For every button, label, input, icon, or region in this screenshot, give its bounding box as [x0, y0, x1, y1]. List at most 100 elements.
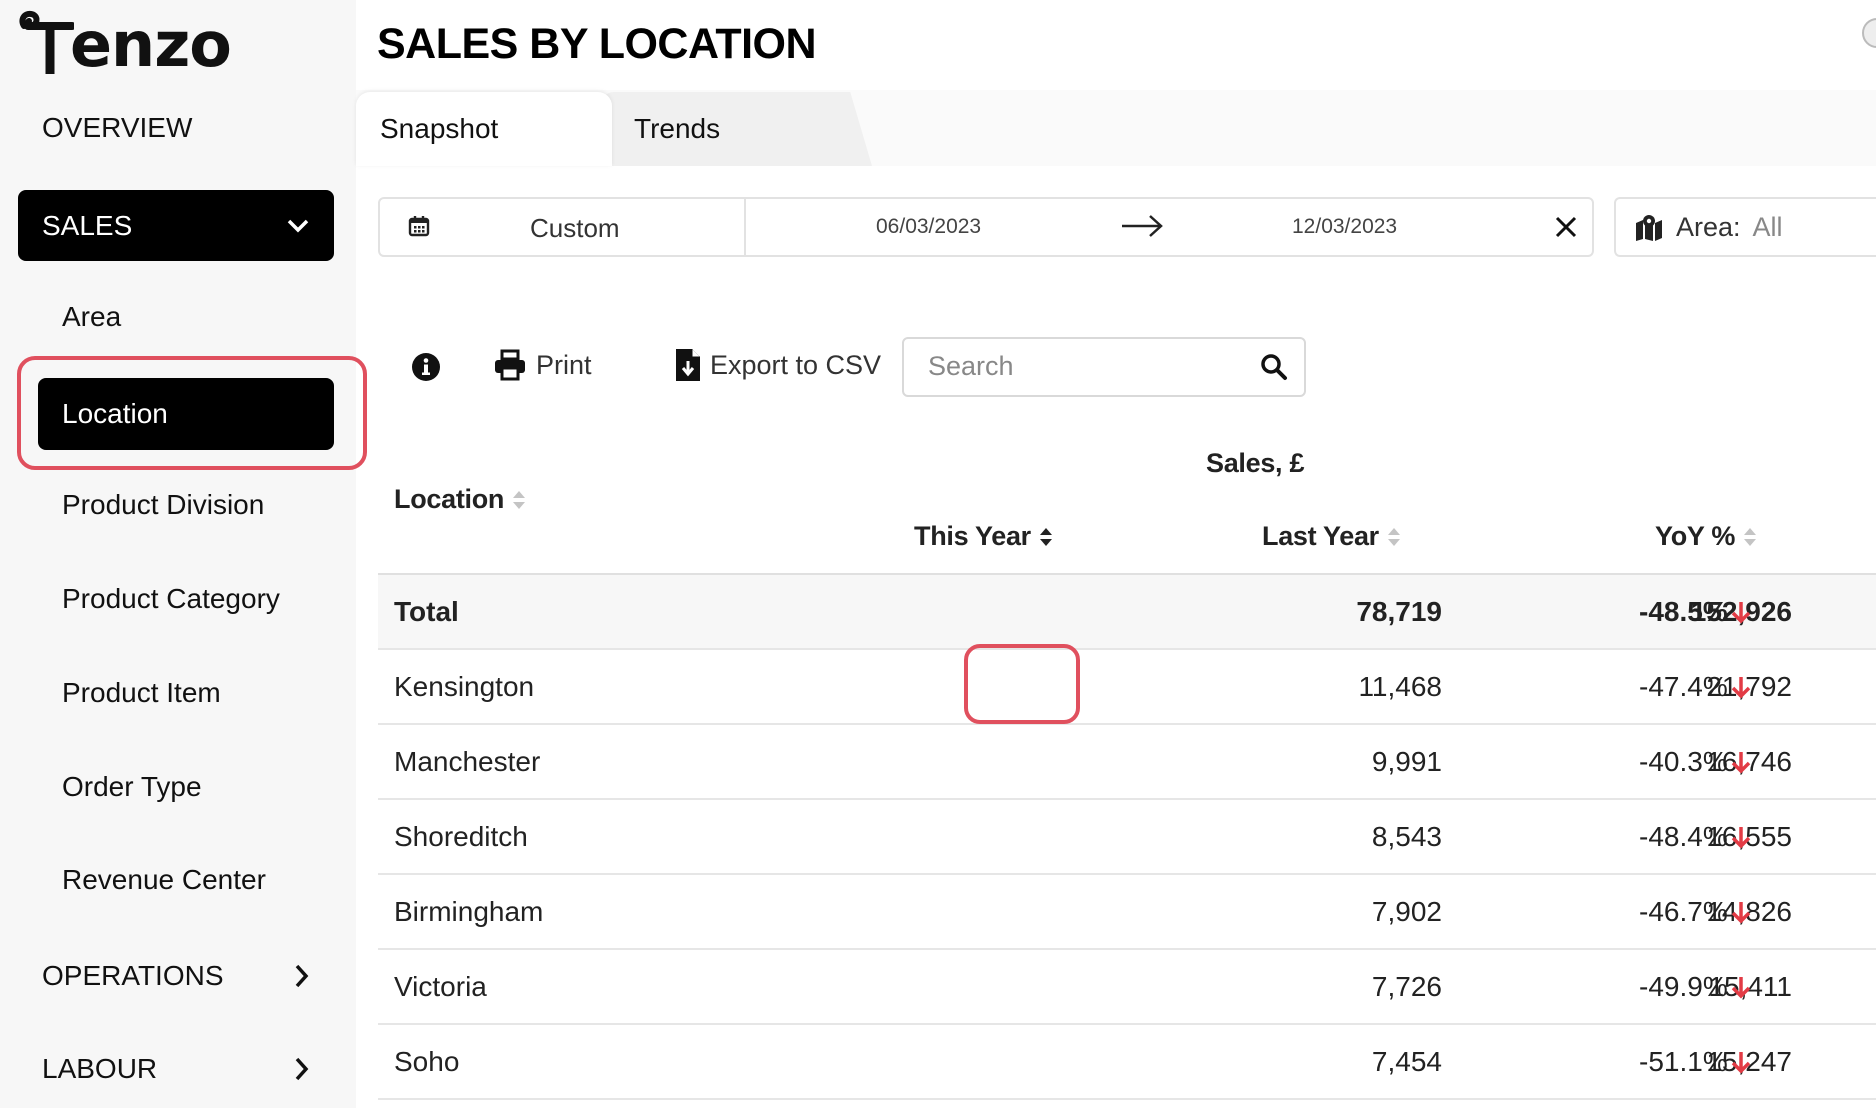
arrow-right-icon: [1122, 215, 1163, 237]
search-icon[interactable]: [1260, 353, 1288, 381]
cell-yoy: -49.9%: [1639, 950, 1752, 1023]
cell-this-year: 7,454: [1371, 1045, 1442, 1077]
table-row-total: Total 78,719 152,926 -48.5%: [378, 575, 1876, 650]
cell-yoy: -47.4%: [1639, 650, 1752, 723]
tenzo-logo[interactable]: enzo: [18, 8, 232, 81]
map-pin-icon: [1636, 215, 1662, 241]
sidebar-item-area[interactable]: Area: [62, 301, 121, 333]
cell-this-year: 9,991: [1371, 745, 1442, 777]
arrow-down-icon: [1731, 901, 1750, 923]
arrow-down-icon: [1731, 1051, 1750, 1073]
info-icon: [412, 353, 440, 381]
user-avatar[interactable]: [1862, 18, 1876, 48]
column-header-yoy[interactable]: YoY %: [1655, 521, 1757, 552]
print-label: Print: [536, 349, 592, 380]
column-header-location-label: Location: [394, 484, 505, 514]
column-header-last-year[interactable]: Last Year: [1262, 521, 1401, 552]
date-from-input[interactable]: 06/03/2023: [876, 215, 981, 239]
chevron-right-icon: [295, 964, 309, 988]
export-csv-button[interactable]: Export to CSV: [676, 349, 881, 381]
cell-yoy-value: -40.3%: [1639, 745, 1728, 777]
table-row[interactable]: Birmingham 7,902 14,826 -46.7%: [378, 875, 1876, 950]
cell-location: Manchester: [394, 745, 541, 777]
arrow-down-icon: [1731, 676, 1750, 698]
tab-trends[interactable]: Trends: [600, 92, 872, 166]
date-range-picker[interactable]: Custom 06/03/2023 12/03/2023: [378, 197, 1594, 257]
tab-snapshot[interactable]: Snapshot: [356, 92, 612, 166]
calendar-icon: [408, 216, 430, 237]
column-group-sales: Sales, £: [1206, 448, 1305, 478]
page-title: SALES BY LOCATION: [377, 20, 817, 68]
logo-wordmark: enzo: [70, 8, 232, 81]
nav-operations[interactable]: OPERATIONS: [42, 960, 310, 992]
nav-labour[interactable]: LABOUR: [42, 1053, 310, 1085]
sidebar-item-order-type[interactable]: Order Type: [62, 771, 202, 803]
table-row[interactable]: Victoria 7,726 15,411 -49.9%: [378, 950, 1876, 1025]
printer-icon: [495, 349, 525, 381]
cell-this-year: 8,543: [1371, 820, 1442, 852]
area-filter-label: Area:: [1676, 211, 1741, 242]
cell-this-year: 78,719: [1356, 595, 1442, 627]
cell-this-year: 11,468: [1358, 670, 1442, 702]
column-header-this-year-label: This Year: [914, 521, 1031, 551]
arrow-down-icon: [1731, 976, 1750, 998]
nav-overview[interactable]: OVERVIEW: [42, 112, 192, 144]
column-header-last-year-label: Last Year: [1262, 521, 1379, 551]
nav-operations-label: OPERATIONS: [42, 960, 224, 991]
cell-yoy-value: -47.4%: [1639, 670, 1728, 702]
export-csv-label: Export to CSV: [710, 349, 882, 380]
info-button[interactable]: [411, 352, 441, 382]
date-divider: [744, 199, 746, 255]
sidebar-item-product-category[interactable]: Product Category: [62, 583, 280, 615]
cell-yoy: -48.5%: [1639, 575, 1752, 648]
file-download-icon: [676, 349, 700, 381]
close-icon[interactable]: [1554, 215, 1578, 239]
sort-desc-icon: [1039, 527, 1052, 546]
cell-location: Victoria: [394, 970, 487, 1002]
sidebar-item-revenue-center[interactable]: Revenue Center: [62, 864, 266, 896]
cell-location: Birmingham: [394, 895, 544, 927]
sort-icon: [513, 490, 526, 509]
sidebar-item-location[interactable]: Location: [38, 378, 334, 450]
print-button[interactable]: Print: [494, 349, 592, 381]
date-mode-select[interactable]: Custom: [530, 213, 620, 244]
search-field[interactable]: [902, 337, 1306, 397]
cell-location: Shoreditch: [394, 820, 528, 852]
cell-location: Total: [394, 595, 459, 627]
cell-yoy: -46.7%: [1639, 875, 1752, 948]
column-header-yoy-label: YoY %: [1655, 521, 1736, 551]
cell-this-year: 7,902: [1371, 895, 1442, 927]
table-row[interactable]: Manchester 9,991 16,746 -40.3%: [378, 725, 1876, 800]
table-row[interactable]: Soho 7,454 15,247 -51.1%: [378, 1025, 1876, 1100]
nav-labour-label: LABOUR: [42, 1053, 158, 1084]
table-row[interactable]: Shoreditch 8,543 16,555 -48.4%: [378, 800, 1876, 875]
arrow-down-icon: [1731, 751, 1750, 773]
sidebar-item-product-item[interactable]: Product Item: [62, 677, 221, 709]
cell-yoy: -51.1%: [1639, 1025, 1752, 1098]
chevron-down-icon: [287, 219, 309, 232]
arrow-down-icon: [1731, 601, 1750, 623]
cell-location: Soho: [394, 1045, 460, 1077]
area-filter[interactable]: Area: All: [1614, 197, 1876, 257]
cell-yoy-value: -48.4%: [1639, 820, 1728, 852]
cell-this-year: 7,726: [1371, 970, 1442, 1002]
cell-location: Kensington: [394, 670, 535, 702]
cell-yoy-value: -46.7%: [1639, 895, 1728, 927]
area-filter-value: All: [1752, 211, 1783, 242]
table-row[interactable]: Kensington 11,468 21,792 -47.4%: [378, 650, 1876, 725]
sidebar-item-product-division[interactable]: Product Division: [62, 489, 264, 521]
cell-yoy: -48.4%: [1639, 800, 1752, 873]
chevron-right-icon: [295, 1057, 309, 1081]
cell-yoy: -40.3%: [1639, 725, 1752, 798]
search-input[interactable]: [928, 351, 1248, 382]
nav-sales-label: SALES: [42, 209, 133, 241]
cell-yoy-value: -49.9%: [1639, 970, 1728, 1002]
column-header-location[interactable]: Location: [394, 484, 526, 515]
arrow-down-icon: [1731, 826, 1750, 848]
this-year-highlight-outline: [964, 644, 1080, 724]
sort-icon: [1387, 527, 1400, 546]
cell-yoy-value: -51.1%: [1639, 1045, 1728, 1077]
date-to-input[interactable]: 12/03/2023: [1292, 215, 1397, 239]
nav-sales[interactable]: SALES: [18, 190, 334, 261]
column-header-this-year[interactable]: This Year: [914, 521, 1053, 552]
